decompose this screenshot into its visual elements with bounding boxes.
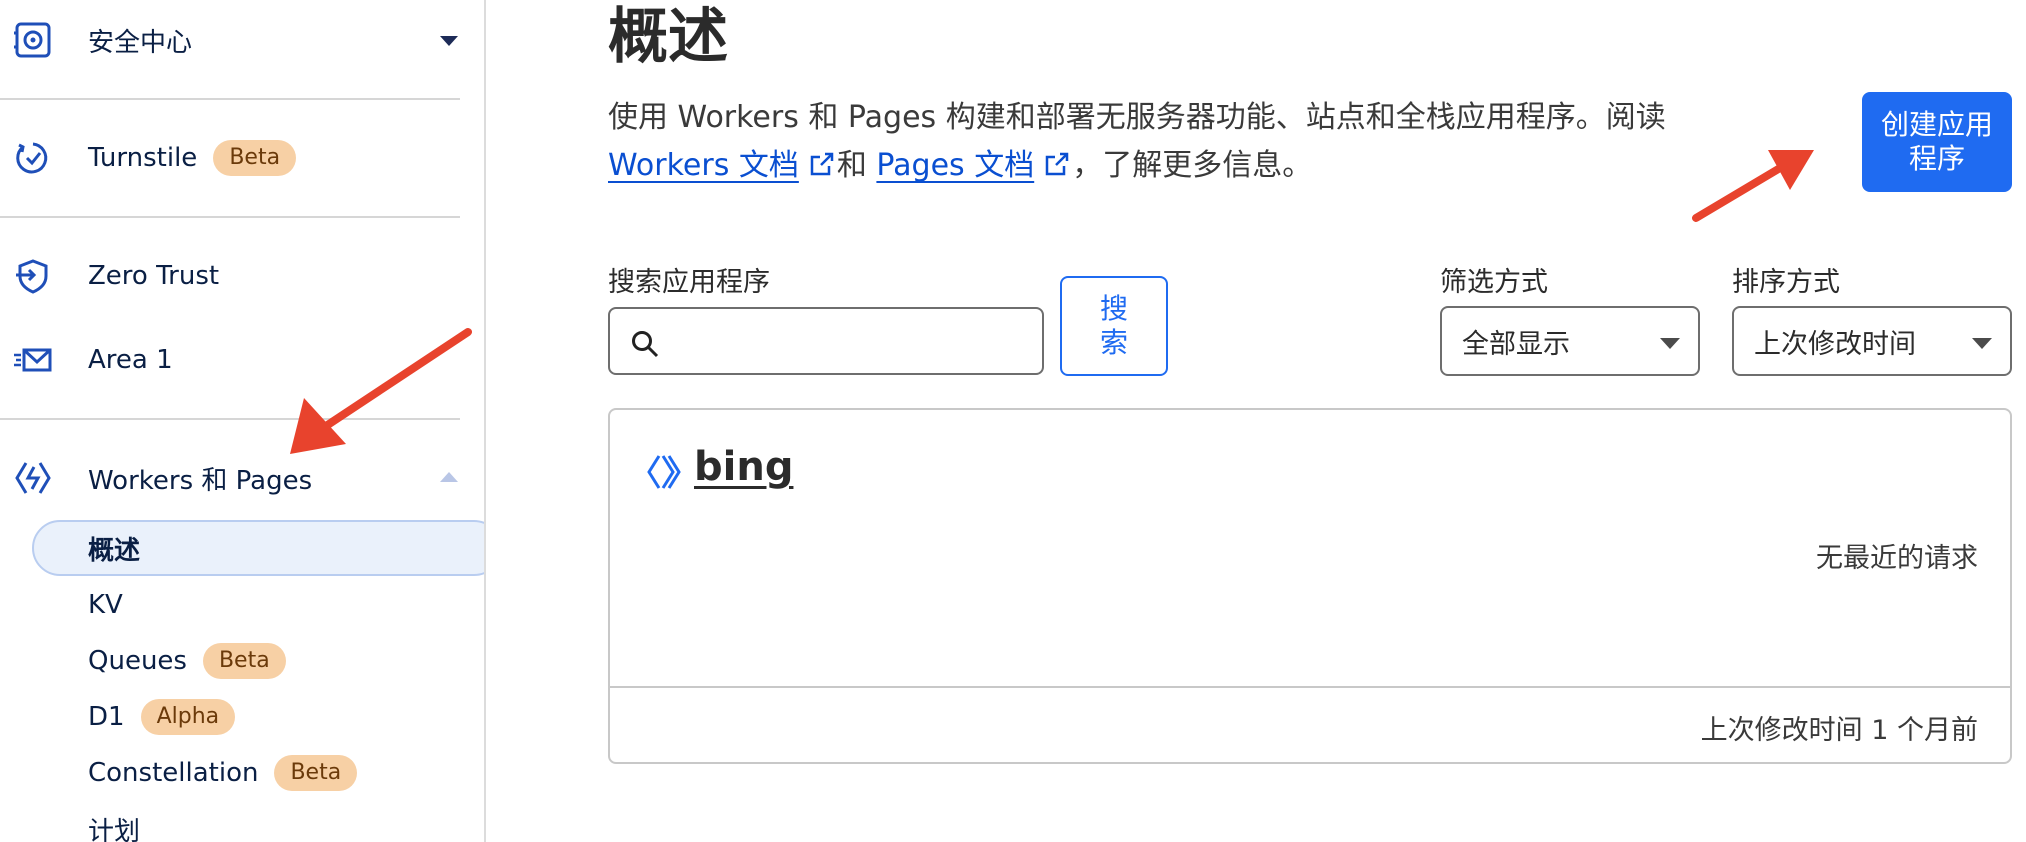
intro-and: 和 xyxy=(836,148,867,183)
divider xyxy=(0,418,460,420)
page-title: 概述 xyxy=(608,2,728,72)
app-last-modified: 上次修改时间 1 个月前 xyxy=(1700,715,1978,746)
sidebar-subitem-label: Constellation xyxy=(88,758,259,788)
sidebar-subitem-plans[interactable]: 计划 xyxy=(88,804,140,842)
sidebar: 安全中心 Turnstile Beta Zero Trust Area 1 Wor… xyxy=(0,0,486,842)
filter-label: 筛选方式 xyxy=(1440,267,1548,298)
app-card[interactable]: bing 无最近的请求 上次修改时间 1 个月前 xyxy=(608,408,2012,764)
sidebar-subitem-queues[interactable]: Queues Beta xyxy=(88,636,286,686)
sidebar-subitem-label: D1 xyxy=(88,702,125,732)
sort-label: 排序方式 xyxy=(1732,267,1840,298)
sidebar-item-workers-pages[interactable]: Workers 和 Pages xyxy=(0,450,460,506)
filter-select[interactable]: 全部显示 xyxy=(1440,306,1700,376)
sidebar-item-label: 安全中心 xyxy=(88,27,193,58)
fast-mail-icon xyxy=(14,341,52,379)
sort-select-value: 上次修改时间 xyxy=(1754,328,1916,360)
app-name-link[interactable]: bing xyxy=(694,444,793,490)
divider xyxy=(0,98,460,100)
intro-suffix: ，了解更多信息。 xyxy=(1072,148,1313,183)
chevron-down-icon xyxy=(1972,338,1992,349)
create-application-button[interactable]: 创建应用程序 xyxy=(1862,92,2012,192)
filter-select-value: 全部显示 xyxy=(1462,328,1570,360)
sidebar-item-label: Area 1 xyxy=(88,345,173,375)
sidebar-item-area1[interactable]: Area 1 xyxy=(0,332,460,388)
sidebar-item-turnstile[interactable]: Turnstile Beta xyxy=(0,130,460,186)
sidebar-item-label: Turnstile xyxy=(88,143,198,173)
search-input[interactable] xyxy=(672,319,1036,365)
chevron-down-icon[interactable] xyxy=(440,36,458,46)
sidebar-subitem-overview[interactable]: 概述 xyxy=(88,523,140,573)
beta-badge: Beta xyxy=(213,140,297,176)
divider xyxy=(610,686,2010,688)
beta-badge: Beta xyxy=(274,755,358,791)
intro-text: 使用 Workers 和 Pages 构建和部署无服务器功能、站点和全栈应用程序… xyxy=(608,94,1748,190)
divider xyxy=(0,216,460,218)
search-icon xyxy=(630,329,660,359)
workers-chevrons-icon xyxy=(646,452,682,492)
sort-select[interactable]: 上次修改时间 xyxy=(1732,306,2012,376)
sidebar-item-security-center[interactable]: 安全中心 xyxy=(0,12,460,68)
sidebar-item-label: Workers 和 Pages xyxy=(88,465,313,496)
search-button[interactable]: 搜索 xyxy=(1060,276,1168,376)
zero-trust-shield-icon xyxy=(14,257,52,295)
sidebar-subitem-constellation[interactable]: Constellation Beta xyxy=(88,748,358,798)
workers-icon xyxy=(14,459,52,497)
sidebar-subitem-d1[interactable]: D1 Alpha xyxy=(88,692,236,742)
sidebar-subitem-kv[interactable]: KV xyxy=(88,580,123,630)
intro-prefix: 使用 Workers 和 Pages 构建和部署无服务器功能、站点和全栈应用程序… xyxy=(608,100,1666,135)
safe-icon xyxy=(14,21,52,59)
sidebar-item-label: Zero Trust xyxy=(88,261,220,291)
workers-docs-link[interactable]: Workers 文档 xyxy=(608,148,799,183)
sidebar-subitem-label: Queues xyxy=(88,646,187,676)
shield-check-icon xyxy=(14,139,52,177)
pages-docs-link[interactable]: Pages 文档 xyxy=(876,148,1034,183)
external-link-icon[interactable] xyxy=(809,151,835,177)
beta-badge: Beta xyxy=(202,643,286,679)
sidebar-item-zero-trust[interactable]: Zero Trust xyxy=(0,248,460,304)
search-label: 搜索应用程序 xyxy=(608,267,770,298)
alpha-badge: Alpha xyxy=(140,699,236,735)
search-field[interactable] xyxy=(608,307,1044,375)
app-requests-status: 无最近的请求 xyxy=(1816,543,1978,574)
external-link-icon[interactable] xyxy=(1044,151,1070,177)
chevron-up-icon[interactable] xyxy=(440,472,458,482)
chevron-down-icon xyxy=(1660,338,1680,349)
